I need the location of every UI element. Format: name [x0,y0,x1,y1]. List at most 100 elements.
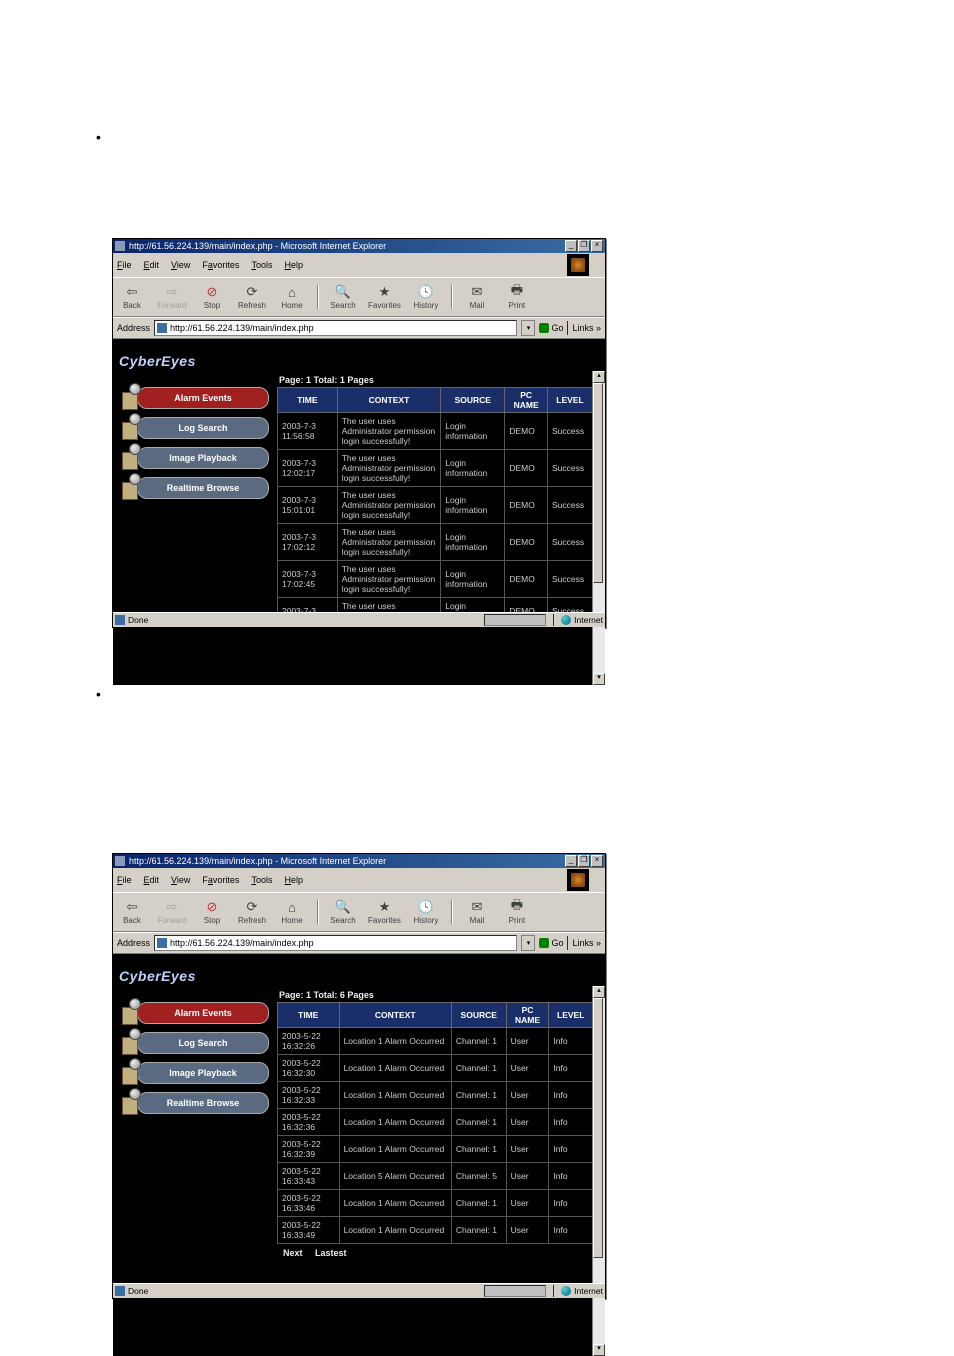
sidebar-item-image-playback[interactable]: Image Playback [137,1062,269,1084]
sidebar-item-realtime-browse[interactable]: Realtime Browse [137,477,269,499]
sidebar-item-log-search[interactable]: Log Search [137,1032,269,1054]
favorites-button[interactable]: ★Favorites [368,899,401,925]
toolbar: ⇦Back ⇨Forward ⊘Stop ⟳Refresh ⌂Home 🔍Sea… [113,277,605,317]
favorites-button[interactable]: ★Favorites [368,284,401,310]
favorites-icon: ★ [376,284,392,300]
toolbar-separator [317,285,318,309]
menu-edit[interactable]: Edit [144,875,160,885]
minimize-button[interactable]: _ [565,855,577,867]
address-input[interactable]: http://61.56.224.139/main/index.php [154,935,517,951]
scroll-track[interactable] [593,383,605,673]
close-button[interactable]: × [591,855,603,867]
pager-lastest[interactable]: Lastest [315,1248,347,1258]
address-dropdown[interactable]: ▾ [521,320,535,336]
menu-view[interactable]: View [171,875,190,885]
sidebar: Alarm Events Log Search Image Playback R… [113,986,275,1356]
zone-text: Internet [574,615,603,625]
minimize-button[interactable]: _ [565,240,577,252]
mail-button[interactable]: ✉Mail [462,899,492,925]
address-dropdown[interactable]: ▾ [521,935,535,951]
menu-tools[interactable]: Tools [251,875,272,885]
pager-next[interactable]: Next [283,1248,303,1258]
refresh-button[interactable]: ⟳Refresh [237,899,267,925]
menu-favorites[interactable]: Favorites [202,260,239,270]
status-text: Done [128,1286,148,1296]
titlebar[interactable]: http://61.56.224.139/main/index.php - Mi… [113,239,605,253]
camera-icon [122,999,144,1023]
links-label[interactable]: Links » [572,323,601,333]
sidebar-item-alarm-events[interactable]: Alarm Events [137,387,269,409]
vertical-scrollbar[interactable]: ▴ ▾ [592,986,605,1356]
menu-help[interactable]: Help [284,875,303,885]
toolbar: ⇦Back ⇨Forward ⊘Stop ⟳Refresh ⌂Home 🔍Sea… [113,892,605,932]
sidebar-item-label: Realtime Browse [167,1098,240,1108]
mail-button[interactable]: ✉Mail [462,284,492,310]
history-icon: 🕓 [418,284,434,300]
scroll-thumb[interactable] [593,383,603,583]
sidebar-item-label: Log Search [178,1038,227,1048]
stop-icon: ⊘ [204,899,220,915]
scroll-up-button[interactable]: ▴ [593,371,605,383]
stop-button[interactable]: ⊘Stop [197,284,227,310]
table-row: 2003-7-317:02:12The user uses Administra… [278,524,593,561]
cell-pc-name: User [506,1055,549,1082]
cell-time: 2003-7-312:02:17 [278,450,338,487]
home-button[interactable]: ⌂Home [277,284,307,310]
history-button[interactable]: 🕓History [411,899,441,925]
menu-tools[interactable]: Tools [251,260,272,270]
home-icon: ⌂ [284,284,300,300]
menu-file[interactable]: File [117,260,132,270]
vertical-scrollbar[interactable]: ▴ ▾ [592,371,605,685]
status-text: Done [128,615,148,625]
close-button[interactable]: × [591,240,603,252]
window-title: http://61.56.224.139/main/index.php - Mi… [129,239,386,253]
links-label[interactable]: Links » [572,938,601,948]
forward-button[interactable]: ⇨Forward [157,899,187,925]
log-table: TIME CONTEXT SOURCE PC NAME LEVEL 2003-7… [277,387,593,625]
address-input[interactable]: http://61.56.224.139/main/index.php [154,320,517,336]
ie-page-icon [115,241,125,251]
home-button[interactable]: ⌂Home [277,899,307,925]
go-button[interactable]: Go [539,938,563,948]
menu-help[interactable]: Help [284,260,303,270]
search-button[interactable]: 🔍Search [328,899,358,925]
scroll-down-button[interactable]: ▾ [593,1344,605,1356]
menu-edit[interactable]: Edit [144,260,160,270]
menu-favorites[interactable]: Favorites [202,875,239,885]
history-button[interactable]: 🕓History [411,284,441,310]
sidebar-item-log-search[interactable]: Log Search [137,417,269,439]
titlebar[interactable]: http://61.56.224.139/main/index.php - Mi… [113,854,605,868]
sidebar-item-image-playback[interactable]: Image Playback [137,447,269,469]
sidebar-item-realtime-browse[interactable]: Realtime Browse [137,1092,269,1114]
print-icon: 🖶 [509,284,525,300]
back-button[interactable]: ⇦Back [117,899,147,925]
table-row: 2003-5-2216:32:30Location 1 Alarm Occurr… [278,1055,593,1082]
refresh-button[interactable]: ⟳Refresh [237,284,267,310]
print-button[interactable]: 🖶Print [502,284,532,310]
menu-view[interactable]: View [171,260,190,270]
stop-button[interactable]: ⊘Stop [197,899,227,925]
scroll-thumb[interactable] [593,998,603,1258]
cell-context: Location 1 Alarm Occurred [339,1190,451,1217]
cell-pc-name: User [506,1217,549,1244]
cell-source: Channel: 1 [451,1217,506,1244]
maximize-button[interactable]: ❐ [578,240,590,252]
search-button[interactable]: 🔍Search [328,284,358,310]
go-button[interactable]: Go [539,323,563,333]
results-panel: Page: 1 Total: 1 Pages TIME CONTEXT SOUR… [275,371,605,685]
scroll-up-button[interactable]: ▴ [593,986,605,998]
back-button[interactable]: ⇦Back [117,284,147,310]
search-icon: 🔍 [335,899,351,915]
maximize-button[interactable]: ❐ [578,855,590,867]
sidebar-item-alarm-events[interactable]: Alarm Events [137,1002,269,1024]
camera-icon [122,1089,144,1113]
menu-file[interactable]: File [117,875,132,885]
cell-level: Success [548,524,593,561]
cell-pc-name: User [506,1082,549,1109]
cell-time: 2003-5-2216:32:33 [278,1082,340,1109]
forward-button[interactable]: ⇨Forward [157,284,187,310]
scroll-down-button[interactable]: ▾ [593,673,605,685]
statusbar: Done Internet [113,612,605,627]
print-button[interactable]: 🖶Print [502,899,532,925]
go-icon [539,323,549,333]
